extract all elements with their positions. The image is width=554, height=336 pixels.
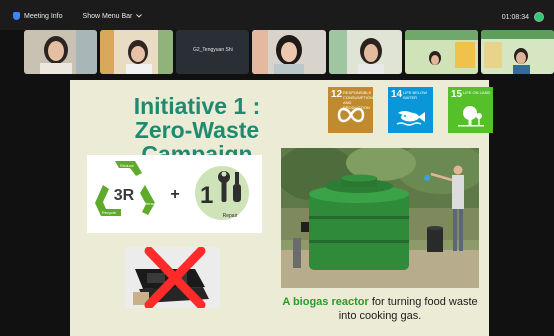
participant-video xyxy=(252,30,326,74)
shared-slide: Initiative 1 : Zero-Waste Campaign 12 RE… xyxy=(70,80,493,336)
shield-icon xyxy=(13,12,20,20)
reuse-label: Reuse xyxy=(144,201,156,206)
sdg-12-badge: 12 RESPONSIBLE CONSUMPTION AND PRODUCTIO… xyxy=(328,87,373,133)
sdg-number: 15 xyxy=(451,89,463,100)
recycle-icon: Reduce Reuse Recycle 3R + 1 Repair xyxy=(95,161,249,220)
sdg-label: LIFE BELOW WATER xyxy=(403,90,428,100)
participant-tile[interactable] xyxy=(100,30,174,74)
one-label: 1 xyxy=(200,182,213,209)
fish-icon xyxy=(396,111,425,126)
participant-name: G2_Tengyuan Shi xyxy=(192,47,233,53)
infinity-icon xyxy=(337,107,365,123)
meeting-top-bar: Meeting Info Show Menu Bar 01:08:34 xyxy=(0,0,554,30)
chevron-down-icon xyxy=(136,14,143,18)
meeting-timer: 01:08:34 xyxy=(501,13,529,21)
meeting-info-button[interactable]: Meeting Info xyxy=(24,13,63,20)
participant-video xyxy=(24,30,98,74)
sdg-number: 14 xyxy=(391,89,403,100)
participant-tile[interactable] xyxy=(252,30,326,74)
slide-title-line-1: Initiative 1 : xyxy=(133,93,261,119)
recycle-label: Recycle xyxy=(102,210,117,215)
reduce-label: Reduce xyxy=(120,163,135,168)
tree-icon xyxy=(458,106,484,127)
meeting-info-group: Meeting Info Show Menu Bar xyxy=(13,12,143,20)
participant-tile[interactable]: G2_Tengyuan Shi xyxy=(176,30,250,74)
plastic-tray-crossed xyxy=(125,246,220,310)
plus-label: + xyxy=(170,186,179,203)
three-r-label: 3R xyxy=(114,187,135,204)
repair-label: Repair xyxy=(223,213,238,219)
no-plastic-tray-image xyxy=(125,246,220,310)
participant-tile[interactable] xyxy=(404,30,478,74)
three-r-panel: Reduce Reuse Recycle 3R + 1 Repair xyxy=(87,155,262,233)
biogas-reactor-photo xyxy=(281,148,479,288)
biogas-reactor-image xyxy=(281,148,479,288)
participant-video xyxy=(480,30,554,74)
sdg-label: LIFE ON LAND xyxy=(463,90,491,95)
sdg-number: 12 xyxy=(331,89,343,100)
participant-tile[interactable] xyxy=(24,30,98,74)
caption-highlight: A biogas reactor xyxy=(282,296,369,308)
status-icon[interactable] xyxy=(534,12,544,22)
biogas-caption: A biogas reactor for turning food waste … xyxy=(275,295,485,323)
show-menu-bar-label: Show Menu Bar xyxy=(82,12,133,20)
participant-strip: G2_Tengyuan Shi xyxy=(24,30,554,76)
participant-video xyxy=(100,30,174,74)
sdg-15-badge: 15 LIFE ON LAND xyxy=(448,87,493,133)
sdg-14-badge: 14 LIFE BELOW WATER xyxy=(388,87,433,133)
participant-video xyxy=(404,30,478,74)
show-menu-bar-button[interactable]: Show Menu Bar xyxy=(83,13,143,20)
participant-tile[interactable] xyxy=(480,30,554,74)
participant-video xyxy=(328,30,402,74)
participant-tile[interactable] xyxy=(328,30,402,74)
meeting-timer-group: 01:08:34 xyxy=(502,12,544,22)
